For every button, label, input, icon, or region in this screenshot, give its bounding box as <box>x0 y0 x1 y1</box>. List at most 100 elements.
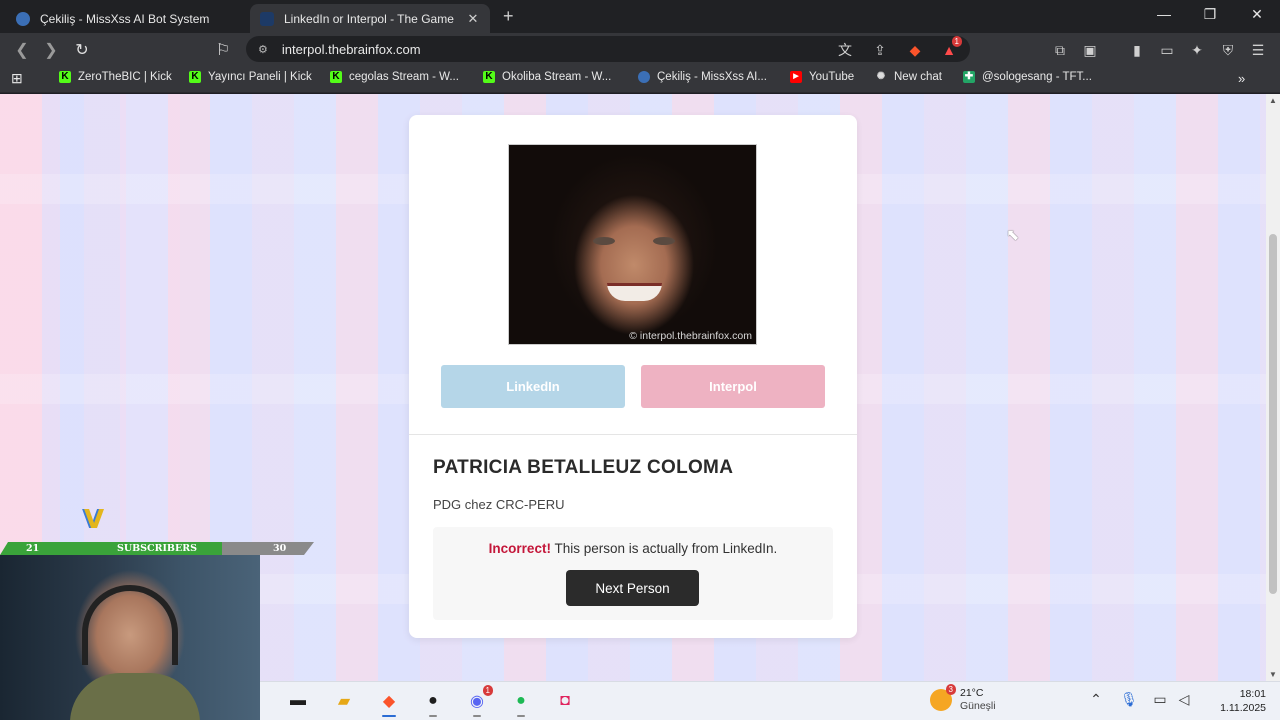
clock-date: 1.11.2025 <box>1220 702 1266 714</box>
discord-badge: 1 <box>482 685 493 696</box>
brave-rewards-icon[interactable]: ▲ 1 <box>940 36 962 59</box>
bookmark-label: YouTube <box>809 71 855 83</box>
system-clock[interactable]: 18:01 1.11.2025 <box>1200 687 1266 715</box>
result-box: Incorrect! This person is actually from … <box>433 527 833 620</box>
linkedin-button[interactable]: LinkedIn <box>441 365 625 408</box>
share-icon[interactable]: ⇪ <box>871 41 889 59</box>
photo-detail <box>653 237 675 245</box>
globe-icon <box>16 11 30 26</box>
result-message: Incorrect! This person is actually from … <box>433 541 833 556</box>
tab-cekilis[interactable]: Çekiliş - MissXss AI Bot System <box>6 4 246 33</box>
close-window-icon[interactable]: ✕ <box>1242 6 1272 23</box>
translate-icon[interactable]: 文 <box>836 41 854 59</box>
rewards-badge: 1 <box>951 36 962 47</box>
scroll-up-icon[interactable]: ▲ <box>1269 96 1277 105</box>
obs-icon[interactable]: ● <box>421 690 445 717</box>
weather-desc: Güneşli <box>960 700 996 712</box>
interpol-button[interactable]: Interpol <box>641 365 825 408</box>
photo-watermark: © interpol.thebrainfox.com <box>629 330 752 342</box>
scrollbar-thumb[interactable] <box>1269 234 1277 594</box>
forward-icon[interactable]: ❯ <box>41 40 61 60</box>
show-hidden-icons-icon[interactable]: ⌃ <box>1087 691 1105 708</box>
site-info-icon[interactable]: ⚙ <box>258 43 268 56</box>
game-card: © interpol.thebrainfox.com LinkedIn Inte… <box>409 115 857 638</box>
tab-title: Çekiliş - MissXss AI Bot System <box>40 11 210 26</box>
running-indicator <box>473 715 481 717</box>
person-name: PATRICIA BETALLEUZ COLOMA <box>433 457 734 478</box>
kick-icon: K <box>59 71 71 83</box>
bookmark-sologesang[interactable]: ✚ @sologesang - TFT... <box>963 71 1092 83</box>
url-text: interpol.thebrainfox.com <box>281 41 421 57</box>
brave-shields-icon[interactable]: ◆ <box>906 41 924 59</box>
subs-label: SUBSCRIBERS <box>117 543 197 554</box>
reload-icon[interactable]: ↻ <box>72 40 92 60</box>
vpn-icon[interactable]: ⛨ <box>1219 41 1237 59</box>
back-icon[interactable]: ❮ <box>12 40 32 60</box>
scroll-down-icon[interactable]: ▼ <box>1269 670 1277 679</box>
subs-current: 21 <box>26 543 40 554</box>
file-explorer-icon[interactable]: ▰ <box>332 690 356 712</box>
plus-icon[interactable]: + <box>503 6 514 27</box>
divider <box>409 434 857 435</box>
restore-icon[interactable]: ❐ <box>1195 6 1225 23</box>
volume-icon[interactable]: ◁ <box>1175 691 1193 708</box>
webcam-detail <box>70 673 200 720</box>
tab-linkedin-or-interpol[interactable]: LinkedIn or Interpol - The Game ✕ <box>250 4 490 33</box>
extensions-icon[interactable]: ⧉ <box>1051 41 1069 59</box>
minimize-icon[interactable]: — <box>1149 6 1179 22</box>
tab-strip: Çekiliş - MissXss AI Bot System LinkedIn… <box>0 0 1280 33</box>
kick-icon: K <box>330 71 342 83</box>
bookmark-label: cegolas Stream - W... <box>349 71 459 83</box>
person-photo: © interpol.thebrainfox.com <box>508 144 757 345</box>
weather-widget[interactable]: 3 21°C Güneşli <box>930 684 996 713</box>
person-role: PDG chez CRC-PERU <box>433 497 565 512</box>
bookmark-label: New chat <box>894 71 942 83</box>
bookmark-label: ZeroTheBIC | Kick <box>78 71 172 83</box>
address-bar[interactable]: ⚙ interpol.thebrainfox.com <box>246 36 970 62</box>
more-bookmarks-icon[interactable]: » <box>1238 71 1245 86</box>
site-favicon-icon <box>260 11 274 26</box>
next-person-button[interactable]: Next Person <box>566 570 699 606</box>
leo-ai-icon[interactable]: ✦ <box>1188 41 1206 59</box>
bookmark-label: Yayıncı Paneli | Kick <box>208 71 312 83</box>
screenshot-icon[interactable]: ▣ <box>1081 41 1099 59</box>
subscriber-goal-bar: 21 SUBSCRIBERS 30 <box>0 542 314 555</box>
spotify-icon[interactable]: ● <box>509 690 533 717</box>
running-indicator <box>517 715 525 717</box>
discord-icon[interactable]: ◉ 1 <box>465 685 493 717</box>
result-text: This person is actually from LinkedIn. <box>550 541 778 556</box>
active-indicator <box>382 715 396 717</box>
subs-goal: 30 <box>273 543 287 554</box>
bookmark-label: @sologesang - TFT... <box>982 71 1092 83</box>
youtube-icon: ▶ <box>790 71 802 83</box>
menu-icon[interactable]: ☰ <box>1249 41 1267 59</box>
bookmark-okoliba[interactable]: K Okoliba Stream - W... <box>483 71 611 83</box>
page-scrollbar[interactable]: ▲ ▼ <box>1266 94 1280 681</box>
temperature: 21°C <box>960 687 984 699</box>
bookmark-label: Okoliba Stream - W... <box>502 71 612 83</box>
bookmarks-bar: ⊞ K ZeroTheBIC | Kick K Yayıncı Paneli | K… <box>0 65 1280 93</box>
network-icon[interactable]: ▭ <box>1151 691 1169 708</box>
sheets-icon: ✚ <box>963 71 975 83</box>
bookmark-new-chat[interactable]: ✺ New chat <box>875 71 942 83</box>
pocket-icon[interactable]: ◘ <box>553 690 577 712</box>
bookmark-youtube[interactable]: ▶ YouTube <box>790 71 854 83</box>
brave-browser-icon[interactable]: ◆ <box>377 690 401 717</box>
bookmark-cekilis[interactable]: Çekiliş - MissXss AI... <box>638 71 767 83</box>
apps-icon[interactable]: ⊞ <box>11 70 23 87</box>
bookmark-yayinci-paneli[interactable]: K Yayıncı Paneli | Kick <box>189 71 312 83</box>
bookmark-label: Çekiliş - MissXss AI... <box>657 71 767 83</box>
clock-time: 18:01 <box>1239 688 1266 700</box>
microphone-icon[interactable]: 🎙 <box>1120 691 1138 708</box>
bookmark-icon[interactable]: ⚐ <box>213 40 233 60</box>
photo-detail <box>593 237 615 245</box>
sidebar-icon[interactable]: ▮ <box>1128 41 1146 59</box>
openai-icon: ✺ <box>876 71 886 82</box>
wallet-icon[interactable]: ▭ <box>1158 41 1176 59</box>
task-view-icon[interactable]: ▬ <box>286 690 310 712</box>
close-tab-icon[interactable]: ✕ <box>466 11 480 27</box>
photo-detail <box>607 283 662 301</box>
kick-icon: K <box>483 71 495 83</box>
bookmark-zerothebic[interactable]: K ZeroTheBIC | Kick <box>59 71 172 83</box>
bookmark-cegolas[interactable]: Kcegolas Stream - W... <box>330 71 459 83</box>
